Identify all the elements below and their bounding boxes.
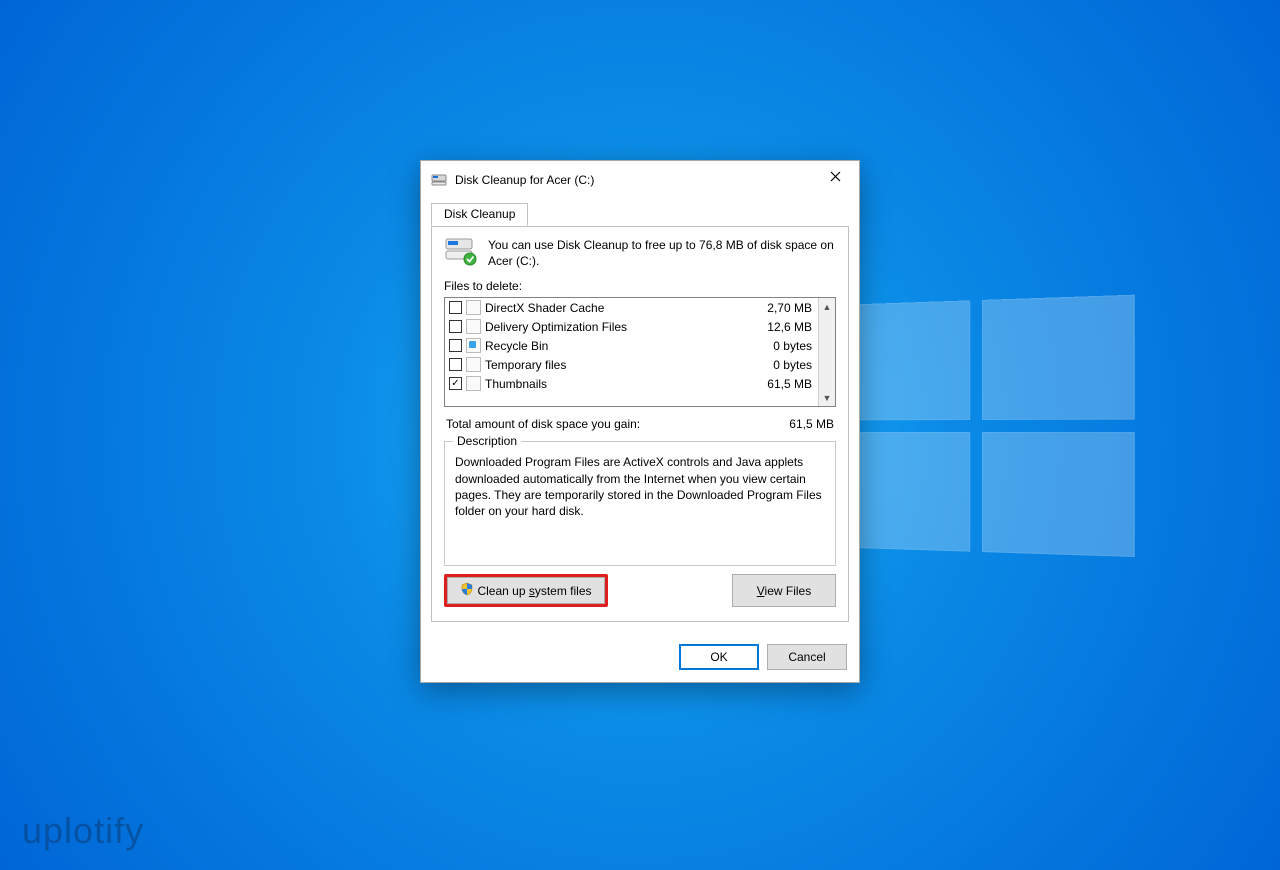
clean-up-system-files-button[interactable]: Clean up system files	[447, 577, 605, 604]
list-item[interactable]: DirectX Shader Cache2,70 MB	[445, 298, 818, 317]
close-icon	[830, 169, 841, 185]
list-item[interactable]: ✓ Thumbnails61,5 MB	[445, 374, 818, 393]
description-groupbox: Description Downloaded Program Files are…	[444, 441, 836, 566]
view-files-button[interactable]: View Files	[732, 574, 836, 607]
total-gain-value: 61,5 MB	[789, 417, 834, 431]
uac-shield-icon	[460, 582, 474, 599]
close-button[interactable]	[815, 163, 855, 191]
recycle-bin-icon	[466, 338, 481, 353]
checkbox[interactable]	[449, 320, 462, 333]
list-item[interactable]: Temporary files0 bytes	[445, 355, 818, 374]
file-size: 2,70 MB	[767, 301, 812, 315]
tab-panel: You can use Disk Cleanup to free up to 7…	[431, 226, 849, 622]
checkbox[interactable]: ✓	[449, 377, 462, 390]
description-legend: Description	[453, 434, 521, 448]
description-text: Downloaded Program Files are ActiveX con…	[455, 454, 825, 519]
checkbox[interactable]	[449, 339, 462, 352]
cancel-button[interactable]: Cancel	[767, 644, 847, 670]
view-files-label: View Files	[757, 584, 811, 598]
total-gain-label: Total amount of disk space you gain:	[446, 417, 640, 431]
intro-message: You can use Disk Cleanup to free up to 7…	[488, 237, 836, 269]
files-to-delete-label: Files to delete:	[444, 279, 836, 293]
tab-disk-cleanup[interactable]: Disk Cleanup	[431, 203, 528, 226]
titlebar[interactable]: Disk Cleanup for Acer (C:)	[421, 161, 859, 197]
file-icon	[466, 319, 481, 334]
watermark-text: uplotify	[22, 810, 144, 852]
file-name: DirectX Shader Cache	[485, 301, 767, 315]
disk-cleanup-app-icon	[431, 172, 447, 188]
drive-icon	[444, 237, 478, 267]
checkbox[interactable]	[449, 301, 462, 314]
file-name: Delivery Optimization Files	[485, 320, 767, 334]
file-size: 0 bytes	[773, 339, 812, 353]
file-icon	[466, 357, 481, 372]
file-size: 61,5 MB	[767, 377, 812, 391]
file-name: Thumbnails	[485, 377, 767, 391]
scroll-down-icon[interactable]: ▼	[819, 389, 835, 406]
windows-logo-background	[830, 294, 1144, 565]
disk-cleanup-dialog: Disk Cleanup for Acer (C:) Disk Cleanup	[420, 160, 860, 683]
ok-button[interactable]: OK	[679, 644, 759, 670]
list-item[interactable]: Delivery Optimization Files12,6 MB	[445, 317, 818, 336]
file-size: 0 bytes	[773, 358, 812, 372]
dialog-title: Disk Cleanup for Acer (C:)	[455, 173, 815, 187]
clean-up-system-files-label: Clean up system files	[477, 584, 591, 598]
file-name: Recycle Bin	[485, 339, 773, 353]
file-icon	[466, 376, 481, 391]
checkbox[interactable]	[449, 358, 462, 371]
file-size: 12,6 MB	[767, 320, 812, 334]
list-item[interactable]: Recycle Bin0 bytes	[445, 336, 818, 355]
scrollbar[interactable]: ▲ ▼	[818, 298, 835, 406]
file-name: Temporary files	[485, 358, 773, 372]
files-to-delete-list: DirectX Shader Cache2,70 MBDelivery Opti…	[444, 297, 836, 407]
highlight-annotation: Clean up system files	[444, 574, 608, 607]
scroll-up-icon[interactable]: ▲	[819, 298, 835, 315]
file-icon	[466, 300, 481, 315]
